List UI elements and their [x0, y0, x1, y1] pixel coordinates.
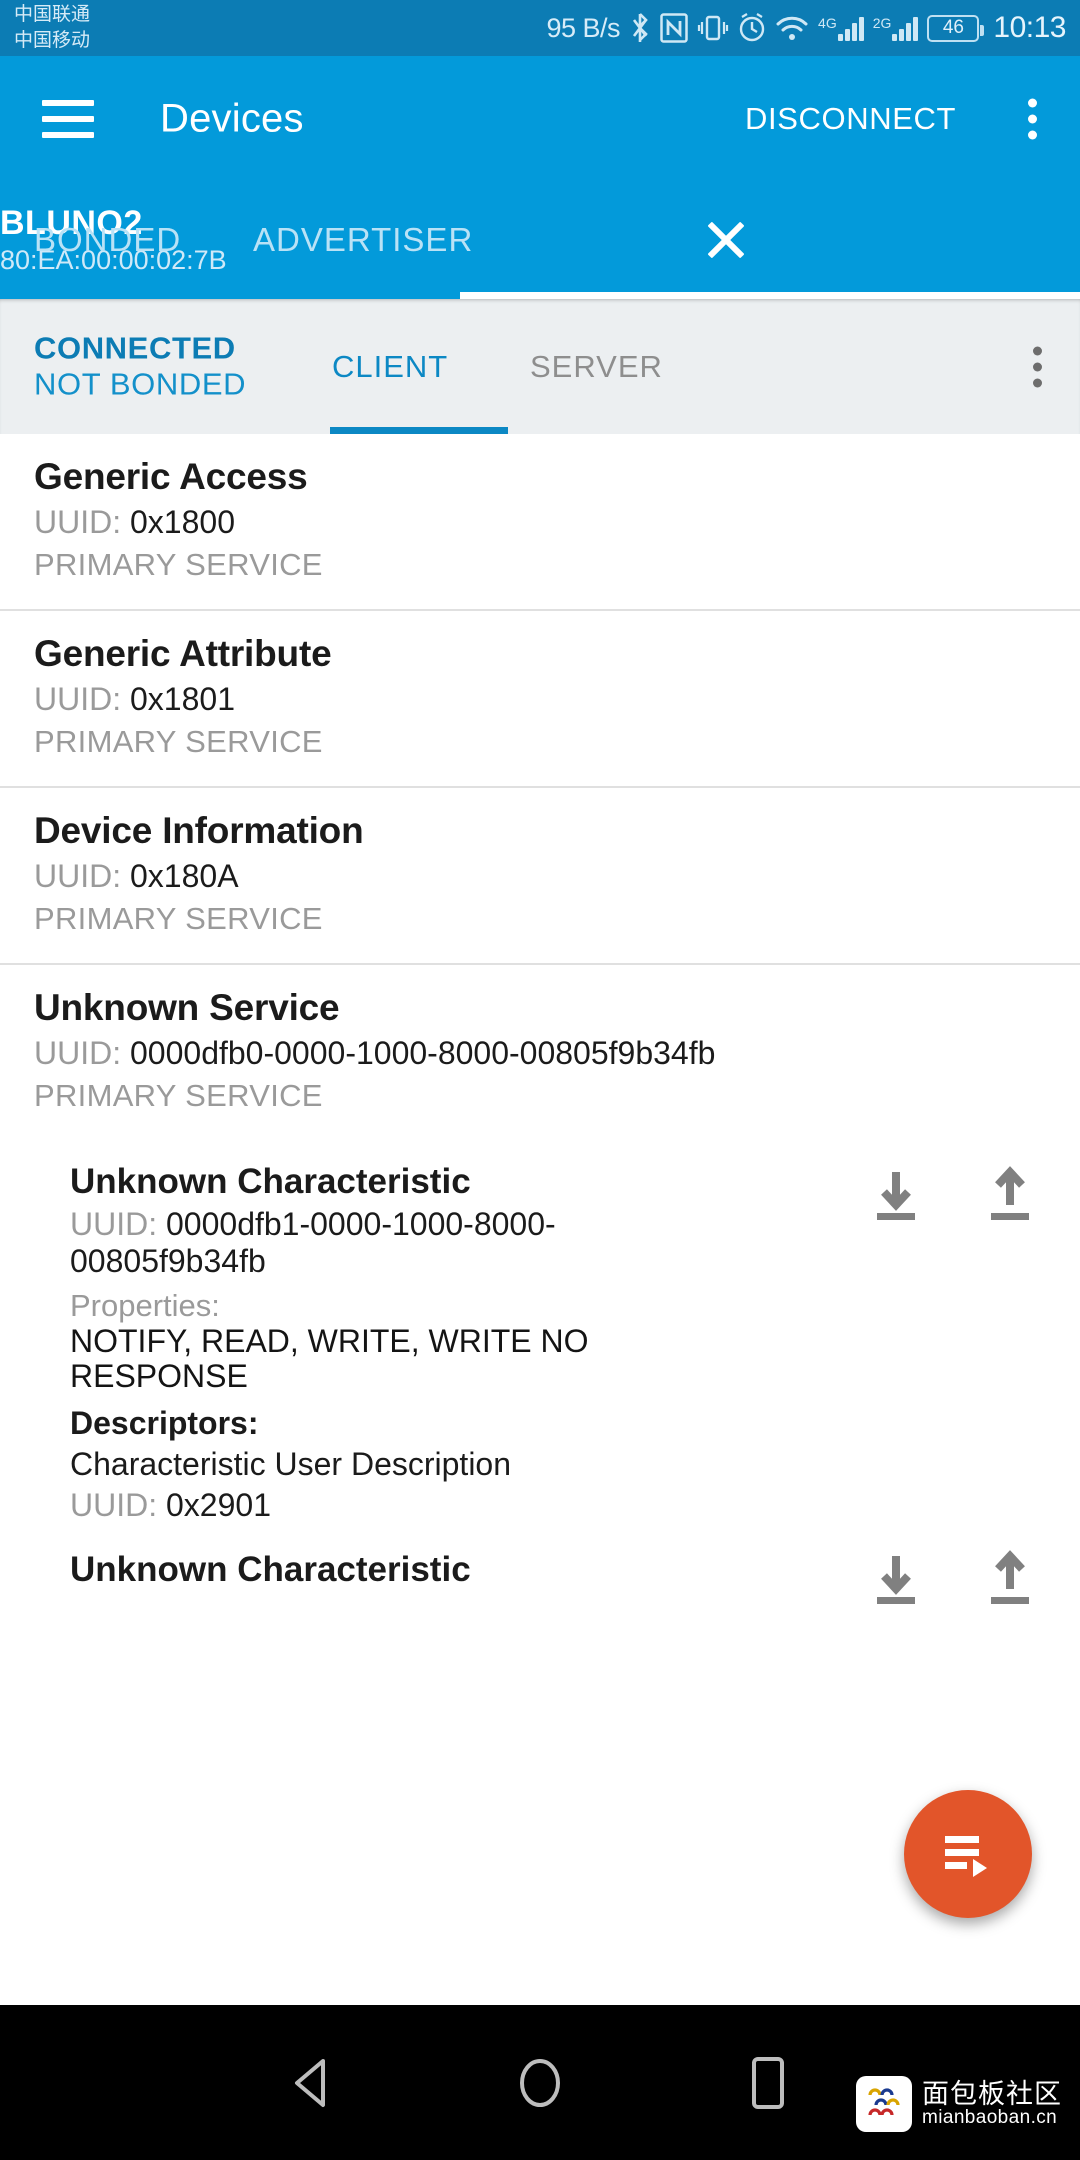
service-list[interactable]: Generic Access UUID: 0x1800 PRIMARY SERV… [0, 434, 1080, 2005]
characteristic-item[interactable]: Unknown Characteristic [0, 1534, 1080, 1605]
tab-advertiser[interactable]: ADVERTISER [253, 221, 473, 259]
upload-icon[interactable] [980, 1166, 1040, 1228]
list-item[interactable]: Device Information UUID: 0x180A PRIMARY … [0, 788, 1080, 965]
download-icon[interactable] [866, 1550, 926, 1612]
wifi-icon [775, 14, 809, 42]
service-uuid: UUID: 0000dfb0-0000-1000-8000-00805f9b34… [34, 1035, 1046, 1072]
uuid-label: UUID: [34, 1035, 122, 1071]
service-type: PRIMARY SERVICE [34, 724, 323, 759]
triangle-back-icon[interactable] [282, 2053, 342, 2113]
device-tab-bar: BONDED ADVERTISER BLUNO2 80:EA:00:00:02:… [0, 181, 1080, 299]
vibrate-icon [697, 13, 729, 43]
uuid-label: UUID: [34, 504, 122, 540]
signal-bars-2 [892, 15, 919, 41]
carrier-line-2: 中国移动 [14, 30, 91, 51]
watermark-logo-icon [856, 2076, 912, 2132]
watermark-en-label: mianbaoban.cn [922, 2107, 1058, 2129]
characteristic-item[interactable]: Unknown Characteristic UUID: 0000dfb1-00… [0, 1140, 1080, 1534]
service-title: Device Information [34, 810, 364, 851]
service-type: PRIMARY SERVICE [34, 1078, 323, 1113]
hamburger-icon[interactable] [42, 90, 94, 148]
properties-value: NOTIFY, READ, WRITE, WRITE NO RESPONSE [70, 1322, 589, 1395]
service-type: PRIMARY SERVICE [34, 547, 323, 582]
tab-client[interactable]: CLIENT [332, 349, 448, 385]
download-icon[interactable] [866, 1166, 926, 1228]
characteristic-uuid: UUID: 0000dfb1-0000-1000-8000-00805f9b34… [70, 1206, 670, 1280]
uuid-label: UUID: [70, 1206, 158, 1242]
close-icon[interactable] [704, 218, 748, 262]
descriptor-uuid: UUID: 0x2901 [70, 1487, 1046, 1524]
alarm-icon [738, 13, 766, 43]
tab-server[interactable]: SERVER [530, 349, 663, 385]
service-title: Generic Attribute [34, 633, 332, 674]
service-title: Generic Access [34, 456, 308, 497]
signal-2g-icon: 2G [873, 15, 919, 41]
status-badge-connected: CONNECTED [34, 329, 236, 365]
descriptors-label: Descriptors: [70, 1405, 259, 1442]
list-item[interactable]: Generic Attribute UUID: 0x1801 PRIMARY S… [0, 611, 1080, 788]
watermark: 面包板社区 mianbaoban.cn [856, 2076, 1062, 2132]
client-tab-indicator [330, 427, 508, 434]
connection-kebab-menu-icon[interactable] [1033, 346, 1042, 387]
uuid-label: UUID: [34, 681, 122, 717]
connection-status-bar: CONNECTED NOT BONDED CLIENT SERVER [0, 299, 1080, 434]
square-recents-icon[interactable] [738, 2053, 798, 2113]
circle-home-icon[interactable] [510, 2053, 570, 2113]
descriptor-name: Characteristic User Description [70, 1446, 512, 1483]
network-rate-label: 95 B/s [546, 12, 621, 43]
service-uuid: UUID: 0x1801 [34, 681, 1046, 718]
carrier-line-1: 中国联通 [14, 4, 91, 25]
uuid-label: UUID: [70, 1487, 158, 1524]
disconnect-button[interactable]: DISCONNECT [745, 101, 956, 137]
watermark-text: 面包板社区 mianbaoban.cn [922, 2080, 1062, 2128]
clock-label: 10:13 [993, 11, 1066, 44]
characteristic-actions [866, 1166, 1040, 1228]
characteristic-actions [866, 1550, 1040, 1612]
signal-bars-1 [837, 15, 864, 41]
kebab-menu-icon[interactable] [1012, 98, 1052, 139]
uuid-label: UUID: [34, 858, 122, 894]
network-type-2g: 2G [872, 15, 892, 31]
tab-bonded[interactable]: BONDED [34, 221, 181, 259]
playlist-play-icon [939, 1823, 997, 1886]
network-type-4g: 4G [818, 15, 837, 31]
tab-active-indicator [460, 292, 1080, 299]
connection-state: CONNECTED NOT BONDED [34, 330, 246, 403]
battery-icon: 46 [927, 14, 985, 42]
app-bar: Devices DISCONNECT [0, 56, 1080, 181]
nfc-icon [660, 13, 688, 43]
signal-4g-icon: 4G [818, 15, 864, 41]
bluetooth-icon [629, 12, 651, 44]
status-bar-icons: 95 B/s 4G 2G 46 10:13 [547, 0, 1067, 56]
service-uuid: UUID: 0x1800 [34, 504, 1046, 541]
service-type: PRIMARY SERVICE [34, 901, 323, 936]
upload-icon[interactable] [980, 1550, 1040, 1612]
carrier-labels: 中国联通 中国移动 [14, 2, 90, 54]
status-bar: 中国联通 中国移动 95 B/s 4G 2G 46 10:13 [0, 0, 1080, 56]
playlist-play-fab-button[interactable] [904, 1790, 1032, 1918]
service-title: Unknown Service [34, 987, 340, 1028]
uuid-value: 0000dfb0-0000-1000-8000-00805f9b34fb [130, 1035, 716, 1071]
properties-label: Properties: [70, 1287, 220, 1323]
service-uuid: UUID: 0x180A [34, 858, 1046, 895]
uuid-value: 0x180A [130, 858, 239, 894]
uuid-value: 0x2901 [166, 1487, 271, 1524]
list-item[interactable]: Generic Access UUID: 0x1800 PRIMARY SERV… [0, 434, 1080, 611]
battery-level-label: 46 [942, 17, 964, 38]
list-item[interactable]: Unknown Service UUID: 0000dfb0-0000-1000… [0, 965, 1080, 1140]
watermark-cn-label: 面包板社区 [922, 2078, 1062, 2109]
status-badge-bonded: NOT BONDED [34, 366, 247, 402]
page-title: Devices [160, 96, 304, 140]
uuid-value: 0x1800 [130, 504, 235, 540]
uuid-value: 0x1801 [130, 681, 235, 717]
android-nav-bar: 面包板社区 mianbaoban.cn [0, 2005, 1080, 2160]
